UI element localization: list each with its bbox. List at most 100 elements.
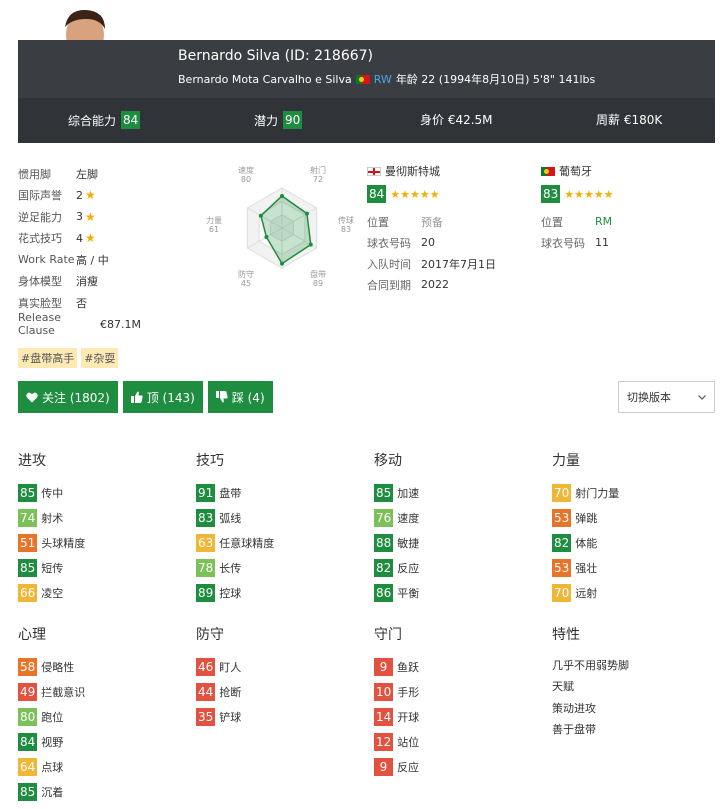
star-icon: ★ [85,188,96,203]
club-name[interactable]: 曼彻斯特城 [385,163,440,179]
tag[interactable]: #盘带高手 [18,348,78,368]
action-bar: 关注 (1802) 顶 (143) 踩 (4) [18,381,273,413]
section-skill: 技巧 91 盘带 83 弧线 63 任意球精度 78 长传 89 控球 [196,450,274,605]
club-row: 球衣号码 20 [367,232,496,253]
nation-row: 位置 RM [541,211,614,232]
trait-item: 善于盘带 [552,723,596,737]
info-value: 2 [76,188,83,202]
radar-value: 89 [313,279,323,288]
player-full-name: Bernardo Mota Carvalho e Silva [178,72,352,86]
radar-value: 80 [241,175,251,184]
attribute-name: 反应 [397,561,420,575]
nation-row-value: RM [595,215,613,228]
attribute-row: 82 反应 [374,555,419,580]
tag[interactable]: #杂耍 [81,348,119,368]
upvote-button[interactable]: 顶 (143) [122,381,203,413]
attribute-name: 任意球精度 [219,536,275,550]
info-value: €87.1M [100,317,141,331]
radar-point [308,242,313,247]
attribute-value: 46 [196,657,216,676]
star-icon: ★ [85,209,96,224]
attribute-name: 体能 [575,536,598,550]
club-row-value: 2017年7月1日 [421,257,496,271]
attribute-value: 70 [552,483,572,502]
attribute-value: 74 [18,508,38,527]
downvote-label: 踩 (4) [231,390,265,405]
thumbs-up-icon [130,391,143,403]
attribute-row: 9 鱼跃 [374,654,419,679]
attribute-row: 9 反应 [374,754,419,779]
club-row: 合同到期 2022 [367,274,496,295]
attribute-value: 82 [374,558,394,577]
potential-value: 90 [283,111,303,129]
attribute-row: 88 敏捷 [374,530,419,555]
attribute-row: 35 铲球 [196,704,241,729]
attribute-value: 44 [196,682,216,701]
info-row: Release Clause €87.1M [18,311,198,337]
attribute-value: 58 [18,657,38,676]
attribute-name: 侵略性 [41,660,75,674]
attribute-name: 加速 [397,486,420,500]
downvote-button[interactable]: 踩 (4) [207,381,273,413]
potential-label: 潜力 [254,113,279,128]
player-name: Bernardo Silva (ID: 218667) [178,48,374,64]
attribute-name: 盯人 [219,660,242,674]
attribute-value: 85 [374,483,394,502]
attribute-row: 70 射门力量 [552,480,619,505]
club-row: 位置 预备 [367,211,496,232]
radar-point [258,213,263,218]
section-movement: 移动 85 加速 76 速度 88 敏捷 82 反应 86 平衡 [374,450,419,605]
attribute-name: 站位 [397,735,420,749]
info-row: Work Rate 高 / 中 [18,249,198,271]
attribute-value: 9 [374,657,393,676]
info-row: 花式技巧 4 ★ [18,228,198,250]
info-row: 身体模型 消瘦 [18,271,198,293]
attribute-value: 63 [196,533,216,552]
attribute-value: 88 [374,533,394,552]
version-select[interactable]: 切换版本 [618,381,715,413]
attribute-name: 射门力量 [575,486,620,500]
attribute-value: 82 [552,533,572,552]
attribute-name: 速度 [397,511,420,525]
attribute-row: 82 体能 [552,530,619,555]
section-power: 力量 70 射门力量 53 弹跳 82 体能 53 强壮 70 远射 [552,450,619,605]
attribute-name: 抢断 [219,685,242,699]
attribute-name: 跑位 [41,710,64,724]
section-title: 防守 [196,627,224,643]
overall-value: 84 [121,111,141,129]
info-value: 否 [76,296,87,310]
attribute-row: 89 控球 [196,580,274,605]
club-row-label: 入队时间 [367,257,411,271]
attribute-row: 76 速度 [374,505,419,530]
info-value: 3 [76,210,83,224]
trait-item: 天赋 [552,680,574,694]
info-label: 花式技巧 [18,232,62,246]
nation-info: 葡萄牙 83 ★★★★★ 位置 RM 球衣号码 11 [541,163,614,253]
radar-point [264,235,269,239]
attribute-name: 平衡 [397,586,420,600]
follow-button[interactable]: 关注 (1802) [18,381,118,413]
attribute-name: 凌空 [41,586,64,600]
radar-label: 防守 [238,269,254,279]
attribute-row: 83 弧线 [196,505,274,530]
attribute-radar: 速度80 射门72 传球83 盘带89 防守45 力量61 [206,165,354,288]
info-label: 逆足能力 [18,210,62,224]
attribute-name: 视野 [41,735,64,749]
attribute-name: 传中 [41,486,64,500]
attribute-name: 敏捷 [397,536,420,550]
section-title: 守门 [374,627,402,643]
attribute-value: 12 [374,732,394,751]
info-value: 消瘦 [76,275,98,289]
attribute-name: 铲球 [219,710,242,724]
heart-icon [26,392,38,402]
player-position-link[interactable]: RW [374,73,392,86]
radar-value: 61 [209,225,219,234]
nation-stars: ★★★★★ [564,187,614,201]
attribute-value: 53 [552,558,572,577]
overall-stat: 综合能力 84 [68,111,141,129]
stat-bar: 综合能力 84 潜力 90 身价 €42.5M 周薪 €180K [18,98,715,143]
nation-name[interactable]: 葡萄牙 [559,163,592,179]
attribute-row: 85 短传 [18,555,85,580]
attribute-name: 射术 [41,511,64,525]
info-label: 身体模型 [18,275,62,289]
